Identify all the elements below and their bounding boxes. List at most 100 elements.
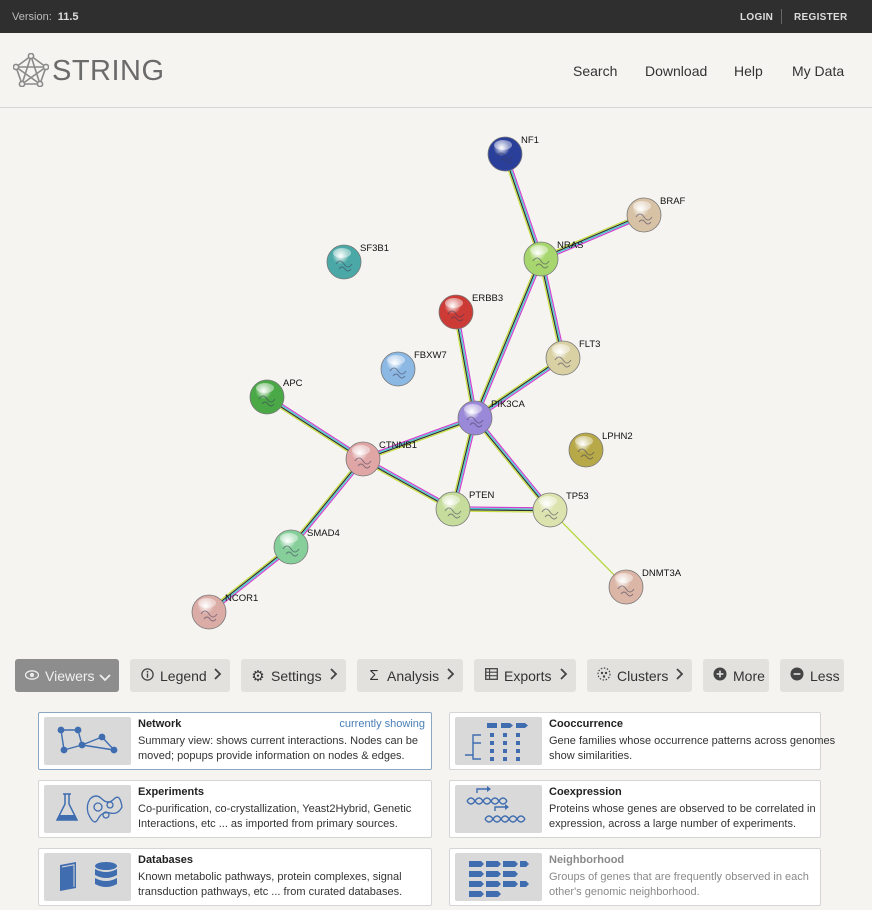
protein-node-tp53[interactable]: TP53 — [532, 491, 589, 528]
chevron-right-icon — [214, 668, 222, 683]
viewer-card-experiments[interactable]: Experiments Co-purification, co-crystall… — [38, 780, 432, 838]
node-label: SF3B1 — [360, 243, 389, 254]
viewer-description: Known metabolic pathways, protein comple… — [138, 871, 403, 898]
neighborhood-thumbnail-icon — [455, 853, 542, 901]
viewer-description: Groups of genes that are frequently obse… — [549, 871, 809, 898]
clusters-icon — [596, 667, 612, 684]
viewer-card-neighborhood[interactable]: Neighborhood Groups of genes that are fr… — [449, 848, 821, 906]
protein-node-smad4[interactable]: SMAD4 — [273, 528, 340, 565]
node-label: FBXW7 — [414, 350, 447, 361]
viewer-card-cooccurrence[interactable]: Cooccurrence Gene families whose occurre… — [449, 712, 835, 770]
plus-circle-icon — [712, 667, 728, 684]
protein-node-flt3[interactable]: FLT3 — [545, 339, 600, 376]
nav-download[interactable]: Download — [645, 63, 707, 79]
node-label: NF1 — [521, 135, 539, 146]
version-label: Version: — [12, 11, 52, 23]
viewer-card-network[interactable]: Network currently showing Summary view: … — [38, 712, 432, 770]
divider — [781, 9, 782, 24]
top-bar: Version: 11.5 LOGIN REGISTER — [0, 0, 872, 33]
exports-label: Exports — [504, 667, 552, 684]
chevron-right-icon — [447, 668, 455, 683]
protein-node-pik3ca[interactable]: PIK3CA — [457, 399, 525, 436]
protein-node-dnmt3a[interactable]: DNMT3A — [608, 568, 682, 605]
protein-node-lphn2[interactable]: LPHN2 — [568, 431, 633, 468]
node-label: DNMT3A — [642, 568, 682, 579]
node-label: FLT3 — [579, 339, 600, 350]
exports-button[interactable]: Exports — [474, 659, 576, 692]
protein-node-ncor1[interactable]: NCOR1 — [191, 593, 258, 630]
databases-thumbnail-icon — [44, 853, 131, 901]
viewer-card-databases[interactable]: Databases Known metabolic pathways, prot… — [38, 848, 432, 906]
viewer-description: Summary view: shows current interactions… — [138, 735, 419, 762]
viewer-description: Proteins whose genes are observed to be … — [549, 803, 816, 830]
string-logo-icon[interactable] — [13, 53, 49, 87]
experiments-thumbnail-icon — [44, 785, 131, 833]
viewer-description: Gene families whose occurrence patterns … — [549, 735, 836, 762]
protein-node-apc[interactable]: APC — [249, 378, 303, 415]
gear-icon: ⚙ — [251, 667, 265, 685]
currently-showing-badge: currently showing — [339, 718, 425, 730]
viewer-title: Coexpression — [549, 786, 622, 798]
node-label: TP53 — [566, 491, 589, 502]
chevron-right-icon — [560, 668, 568, 683]
more-button[interactable]: More — [703, 659, 769, 692]
logo-text[interactable]: STRING — [52, 55, 165, 88]
legend-button[interactable]: Legend — [130, 659, 230, 692]
node-label: PIK3CA — [491, 399, 525, 410]
viewer-card-coexpression[interactable]: Coexpression Proteins whose genes are ob… — [449, 780, 821, 838]
protein-node-braf[interactable]: BRAF — [626, 196, 686, 233]
less-label: Less — [810, 667, 840, 684]
nav-search[interactable]: Search — [573, 63, 617, 79]
protein-node-sf3b1[interactable]: SF3B1 — [326, 243, 389, 280]
version-info: Version: 11.5 — [12, 11, 79, 23]
viewers-button[interactable]: Viewers — [15, 659, 119, 692]
chevron-down-icon — [99, 670, 111, 685]
node-label: APC — [283, 378, 303, 389]
protein-node-nras[interactable]: NRAS — [523, 240, 583, 277]
protein-node-erbb3[interactable]: ERBB3 — [438, 293, 503, 330]
clusters-button[interactable]: Clusters — [587, 659, 692, 692]
node-label: BRAF — [660, 196, 686, 207]
viewer-title: Experiments — [138, 786, 205, 798]
nav-my-data[interactable]: My Data — [792, 63, 844, 79]
table-icon — [483, 668, 499, 683]
viewer-title: Cooccurrence — [549, 718, 623, 730]
protein-node-pten[interactable]: PTEN — [435, 490, 494, 527]
site-header: STRING Search Download Help My Data — [0, 33, 872, 108]
coexpression-thumbnail-icon — [455, 785, 542, 833]
sigma-icon: Σ — [369, 667, 379, 684]
viewers-label: Viewers — [45, 667, 95, 684]
cooccurrence-thumbnail-icon — [455, 717, 542, 765]
viewer-title: Network — [138, 718, 182, 730]
chevron-right-icon — [330, 668, 338, 683]
analysis-button[interactable]: Σ Analysis — [357, 659, 463, 692]
node-label: LPHN2 — [602, 431, 633, 442]
analysis-label: Analysis — [387, 667, 440, 684]
node-label: NCOR1 — [225, 593, 258, 604]
node-label: CTNNB1 — [379, 440, 417, 451]
chevron-right-icon — [676, 668, 684, 683]
clusters-label: Clusters — [617, 667, 669, 684]
info-icon — [139, 667, 155, 684]
more-label: More — [733, 667, 765, 684]
node-label: SMAD4 — [307, 528, 340, 539]
protein-node-fbxw7[interactable]: FBXW7 — [380, 350, 447, 387]
minus-circle-icon — [789, 667, 805, 684]
version-value: 11.5 — [57, 11, 79, 23]
node-label: NRAS — [557, 240, 583, 251]
protein-node-nf1[interactable]: NF1 — [487, 135, 539, 172]
settings-button[interactable]: ⚙ Settings — [241, 659, 346, 692]
node-label: ERBB3 — [472, 293, 503, 304]
network-thumbnail-icon — [44, 717, 131, 765]
viewer-title: Databases — [138, 854, 194, 866]
network-graph[interactable]: NF1 BRAF SF3B1 NRAS ERBB3 FLT3 FBXW7 APC PIK3CA L… — [0, 108, 872, 653]
viewer-description: Co-purification, co-crystallization, Yea… — [138, 803, 412, 830]
less-button[interactable]: Less — [780, 659, 844, 692]
register-link[interactable]: REGISTER — [794, 12, 848, 23]
nav-help[interactable]: Help — [734, 63, 763, 79]
legend-label: Legend — [160, 667, 207, 684]
login-link[interactable]: LOGIN — [740, 12, 773, 23]
node-label: PTEN — [469, 490, 494, 501]
viewer-title: Neighborhood — [549, 854, 625, 866]
settings-label: Settings — [271, 667, 322, 684]
